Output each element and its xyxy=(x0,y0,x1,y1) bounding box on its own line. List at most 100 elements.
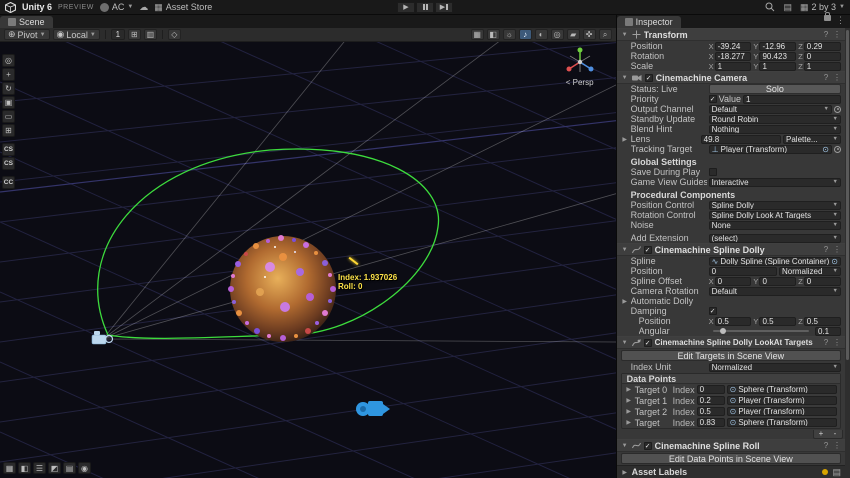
target-row[interactable]: ▶ Target 0 Index 0 ⊙ Sphere (Transform) xyxy=(622,384,840,395)
position-unit-dropdown[interactable]: Normalized ▼ xyxy=(779,266,841,276)
edit-targets-button[interactable]: Edit Targets in Scene View xyxy=(620,350,841,361)
target-row[interactable]: ▶ Target 1 Index 0.2 ⊙ Player (Transform) xyxy=(622,395,840,406)
data-points-header[interactable]: Data Points xyxy=(621,374,840,384)
tab-scene[interactable]: Scene xyxy=(0,16,53,28)
shading-button[interactable]: ◩ xyxy=(48,462,61,474)
cinemachine-camera-gizmo[interactable] xyxy=(356,401,390,416)
rotation-y-field[interactable]: 90.423 xyxy=(759,51,797,61)
asset-labels-bar[interactable]: ▶ Asset Labels ▤ xyxy=(616,465,845,478)
scale-tool-button[interactable]: ▣ xyxy=(2,96,15,109)
add-target-button[interactable]: + xyxy=(814,430,828,438)
target-row[interactable]: ▶ Target 2 Index 0.5 ⊙ Player (Transform) xyxy=(622,406,840,417)
grid-size-field[interactable]: 1 xyxy=(110,29,125,40)
move-tool-button[interactable]: + xyxy=(2,68,15,81)
audio-toggle-button[interactable]: ♪ xyxy=(518,29,532,40)
target-object-field[interactable]: ⊙ Sphere (Transform) xyxy=(726,418,837,427)
foldout-icon[interactable]: ▼ xyxy=(621,75,629,81)
kebab-icon[interactable]: ⋮ xyxy=(833,338,841,347)
priority-value-field[interactable]: 1 xyxy=(743,94,841,104)
solo-button[interactable]: Solo xyxy=(708,84,841,94)
sphere-object[interactable] xyxy=(230,236,336,342)
camera-rotation-dropdown[interactable]: Default ▼ xyxy=(708,286,841,296)
foldout-icon[interactable]: ▼ xyxy=(621,247,629,253)
component-header-spline-dolly[interactable]: ▼ ✓ Cinemachine Spline Dolly ? ⋮ xyxy=(616,243,845,256)
help-icon[interactable]: ? xyxy=(822,245,830,254)
component-header-lookat-targets[interactable]: ▼ ✓ Cinemachine Spline Dolly LookAt Targ… xyxy=(616,336,845,349)
lens-fov-field[interactable]: 49.8 xyxy=(700,134,781,144)
edit-data-points-button[interactable]: Edit Data Points in Scene View xyxy=(620,453,841,464)
object-picker-icon[interactable]: ⊙ xyxy=(831,258,838,265)
orientation-button[interactable]: ☰ xyxy=(33,462,46,474)
search-icon[interactable] xyxy=(765,2,775,12)
transform-tool-button[interactable]: ⊞ xyxy=(2,124,15,137)
handle-rotation-dropdown[interactable]: ◉ Local ▼ xyxy=(52,29,100,40)
snap-increment-button[interactable]: ▥ xyxy=(143,29,157,40)
scrollbar-thumb[interactable] xyxy=(846,30,849,360)
component-header-transform[interactable]: ▼ Transform ? ⋮ xyxy=(616,28,845,41)
lens-mode-dropdown[interactable]: Palette... ▼ xyxy=(783,134,841,144)
2d-mode-button[interactable]: ◧ xyxy=(486,29,500,40)
enabled-checkbox[interactable]: ✓ xyxy=(643,441,652,450)
object-picker-icon[interactable]: ⊙ xyxy=(822,146,829,153)
gear-icon[interactable] xyxy=(834,145,841,153)
remove-target-button[interactable]: - xyxy=(828,430,842,438)
index-unit-dropdown[interactable]: Normalized ▼ xyxy=(708,362,841,372)
foldout-icon[interactable]: ▶ xyxy=(621,469,629,476)
rotation-x-field[interactable]: -18.277 xyxy=(714,51,752,61)
enabled-checkbox[interactable]: ✓ xyxy=(643,338,652,347)
lock-icon[interactable] xyxy=(824,12,831,21)
offset-y-field[interactable]: 0 xyxy=(759,276,797,286)
custom-tool-cs2-button[interactable]: CS xyxy=(2,157,15,170)
help-icon[interactable]: ? xyxy=(822,30,830,39)
view-tool-button[interactable]: ◎ xyxy=(2,54,15,67)
scale-y-field[interactable]: 1 xyxy=(759,61,797,71)
standby-update-dropdown[interactable]: Round Robin ▼ xyxy=(708,114,841,124)
foldout-icon[interactable]: ▼ xyxy=(621,443,629,449)
position-x-field[interactable]: -39.24 xyxy=(714,41,752,51)
pause-button[interactable] xyxy=(416,1,434,13)
target-object-field[interactable]: ⊙ Player (Transform) xyxy=(726,396,837,405)
foldout-icon[interactable]: ▶ xyxy=(625,408,633,415)
layout-dropdown[interactable]: ▦ 2 by 3 ▼ xyxy=(800,2,845,13)
target-object-field[interactable]: ⊙ Sphere (Transform) xyxy=(726,385,837,394)
foldout-icon[interactable]: ▼ xyxy=(621,32,629,38)
foldout-icon[interactable]: ▶ xyxy=(621,298,629,305)
inspector-scrollbar[interactable] xyxy=(845,28,850,478)
camera-overlay-button[interactable]: ◉ xyxy=(78,462,91,474)
kebab-icon[interactable]: ⋮ xyxy=(833,441,841,450)
layers-icon[interactable]: ▤ xyxy=(783,2,792,13)
target-row[interactable]: ▶ Target Index 0.83 ⊙ Sphere (Transform) xyxy=(622,417,840,428)
cloud-icon[interactable]: ☁ xyxy=(139,2,148,13)
asset-store-button[interactable]: ▦ Asset Store xyxy=(154,2,212,13)
kebab-icon[interactable]: ⋮ xyxy=(836,15,845,26)
offset-z-field[interactable]: 0 xyxy=(803,276,841,286)
play-button[interactable]: ▶ xyxy=(397,1,415,13)
gizmos-dropdown[interactable]: ✜ xyxy=(582,29,596,40)
kebab-icon[interactable]: ⋮ xyxy=(833,245,841,254)
component-header-cinemachine-camera[interactable]: ▼ ✓ Cinemachine Camera ? ⋮ xyxy=(616,71,845,84)
scale-z-field[interactable]: 1 xyxy=(803,61,841,71)
noise-dropdown[interactable]: None ▼ xyxy=(708,220,841,230)
scene-visibility-button[interactable]: ◎ xyxy=(550,29,564,40)
custom-tool-cc-button[interactable]: CC xyxy=(2,176,15,189)
grid-snap-button[interactable]: ⊞ xyxy=(127,29,141,40)
rotate-tool-button[interactable]: ↻ xyxy=(2,82,15,95)
pivot-dropdown[interactable]: ⊕ Pivot ▼ xyxy=(4,29,50,40)
foldout-icon[interactable]: ▶ xyxy=(625,386,633,393)
projection-label[interactable]: < Persp xyxy=(558,78,602,87)
effects-toggle-button[interactable]: ◐ xyxy=(534,29,548,40)
asset-bundle-icon[interactable]: ▤ xyxy=(832,467,841,478)
tracking-target-object-field[interactable]: ⊥ Player (Transform) ⊙ xyxy=(708,144,832,154)
damping-z-field[interactable]: 0.5 xyxy=(803,316,841,326)
custom-tool-cs-button[interactable]: CS xyxy=(2,143,15,156)
position-z-field[interactable]: 0.29 xyxy=(803,41,841,51)
enabled-checkbox[interactable]: ✓ xyxy=(644,73,653,82)
rotation-z-field[interactable]: 0 xyxy=(803,51,841,61)
foldout-icon[interactable]: ▶ xyxy=(625,397,633,404)
tab-inspector[interactable]: Inspector xyxy=(616,16,681,28)
target-index-field[interactable]: 0 xyxy=(696,385,725,394)
foldout-icon[interactable]: ▶ xyxy=(621,136,629,143)
search-scene-button[interactable]: ⌕ xyxy=(598,29,612,40)
help-icon[interactable]: ? xyxy=(822,338,830,347)
spline-object-field[interactable]: ∿ Dolly Spline (Spline Container) ⊙ xyxy=(708,256,841,266)
